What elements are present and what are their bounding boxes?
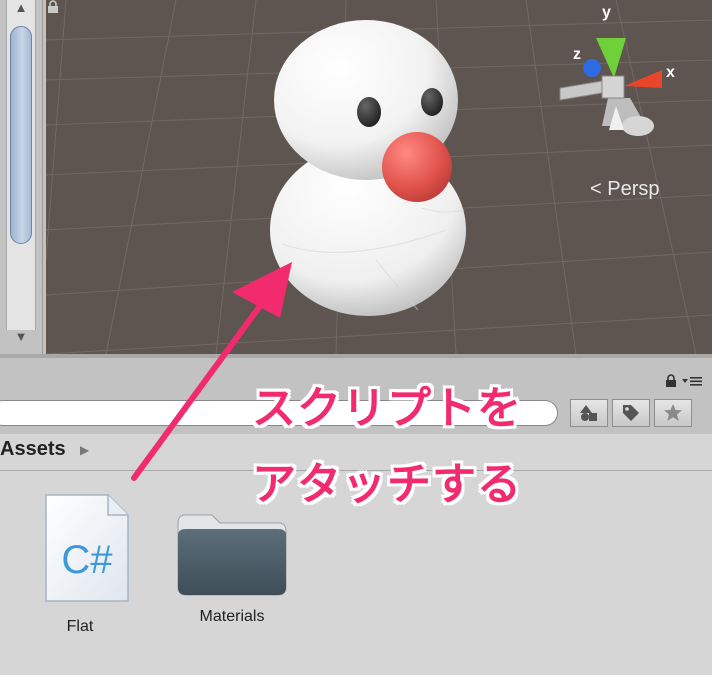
asset-item-materials[interactable]: Materials xyxy=(172,493,292,626)
scroll-down-arrow-icon[interactable]: ▼ xyxy=(6,328,36,346)
annotation-line-1: スクリプトを xyxy=(252,383,522,434)
hierarchy-scrollbar-panel: ▲ ▼ xyxy=(0,0,43,358)
lock-icon[interactable] xyxy=(664,373,678,388)
gizmo-x-cone[interactable] xyxy=(624,70,662,88)
gizmo-z-label: z xyxy=(573,46,581,63)
filter-by-label-icon xyxy=(623,405,639,421)
asset-label-materials: Materials xyxy=(199,608,265,625)
panel-menu xyxy=(664,372,704,388)
asset-label-flat: Flat xyxy=(66,618,94,635)
filter-by-type-button[interactable] xyxy=(570,399,608,427)
csharp-glyph: C# xyxy=(61,538,113,582)
scrollbar-thumb[interactable] xyxy=(10,26,32,244)
favorite-filter-button[interactable] xyxy=(654,399,692,427)
gizmo-neg-y-cone[interactable] xyxy=(622,116,654,136)
gizmo-y-cone[interactable] xyxy=(596,38,626,78)
breadcrumb-assets[interactable]: Assets xyxy=(0,438,66,461)
lock-icon[interactable] xyxy=(46,0,60,14)
scene-canvas xyxy=(46,0,712,354)
favorite-star-icon xyxy=(664,404,682,421)
gizmo-z-cone[interactable] xyxy=(583,59,601,77)
gizmo-center-cube[interactable] xyxy=(601,75,625,99)
csharp-script-icon: C# xyxy=(44,494,129,602)
breadcrumb-arrow-icon: ▶ xyxy=(80,443,90,457)
projection-toggle[interactable]: < Persp xyxy=(590,178,660,201)
snowman-nose[interactable] xyxy=(382,132,452,202)
snowman-right-eye xyxy=(421,88,443,116)
scroll-up-arrow-icon[interactable]: ▲ xyxy=(6,0,36,18)
chevron-left-icon: < xyxy=(590,178,602,200)
gizmo-y-label: y xyxy=(602,4,611,21)
projection-label: Persp xyxy=(607,178,660,200)
menu-icon[interactable] xyxy=(682,375,704,387)
gizmo-neg-x-cone[interactable] xyxy=(559,79,609,101)
gizmo-x-label: x xyxy=(666,64,675,81)
filter-by-label-button[interactable] xyxy=(612,399,650,427)
asset-item-flat[interactable]: C# Flat xyxy=(20,493,140,636)
filter-by-type-icon xyxy=(580,405,597,421)
annotation-line-2: アタッチする xyxy=(252,459,522,510)
scene-view[interactable]: y z x < Persp xyxy=(46,0,712,354)
snowman-left-eye xyxy=(357,97,381,127)
